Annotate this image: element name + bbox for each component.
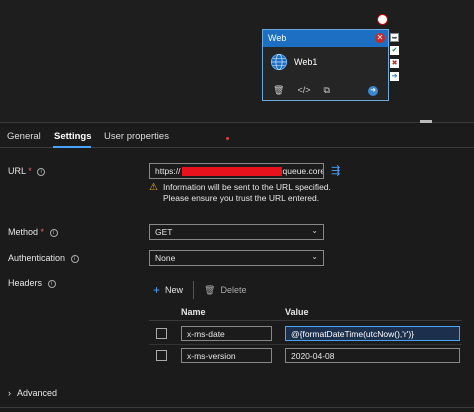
tab-settings[interactable]: Settings (54, 131, 91, 142)
arrow-right-icon[interactable]: ➜ (368, 86, 378, 96)
bottom-divider (0, 407, 474, 408)
failure-port-icon[interactable]: ✖ (390, 59, 399, 68)
skip-port-icon[interactable]: ➥ (390, 33, 399, 42)
headers-label: Headers i (8, 278, 56, 288)
authentication-label: Authentication i (8, 253, 79, 263)
active-tab-indicator (53, 146, 91, 148)
chevron-down-icon: ⌄ (311, 226, 318, 235)
url-input[interactable]: https://queue.core.... (149, 163, 324, 179)
delete-header-button[interactable]: 🗑 Delete (204, 285, 246, 296)
authentication-select[interactable]: None ⌄ (149, 250, 324, 266)
globe-icon (270, 53, 288, 71)
connection-handle[interactable] (377, 14, 388, 25)
completion-port-icon[interactable]: ➔ (390, 72, 399, 81)
table-header-divider (149, 320, 462, 321)
web-activity-card[interactable]: Web ✕ Web1 🗑 </> ⧉ ➜ (262, 29, 389, 101)
plus-icon: + (153, 283, 161, 297)
column-header-value: Value (285, 307, 309, 317)
row-divider (149, 344, 462, 345)
tab-user-properties[interactable]: User properties (104, 131, 169, 142)
header-value-input[interactable]: @{formatDateTime(utcNow(),'r')} (285, 326, 460, 341)
new-header-button[interactable]: + New (153, 283, 183, 297)
delete-icon[interactable]: 🗑 (273, 85, 284, 96)
info-icon[interactable]: i (47, 279, 56, 288)
url-warning: ⚠ Information will be sent to the URL sp… (149, 182, 331, 203)
url-label: URL * i (8, 166, 46, 176)
panel-resize-handle[interactable] (420, 120, 432, 123)
trash-icon: 🗑 (204, 284, 216, 295)
tab-general[interactable]: General (7, 131, 41, 142)
activity-output-ports: ➥ ✔ ✖ ➔ (390, 33, 399, 81)
panel-divider (0, 122, 474, 123)
method-select[interactable]: GET ⌄ (149, 224, 324, 240)
info-icon[interactable]: i (70, 254, 79, 263)
method-label: Method * i (8, 227, 58, 237)
redaction-mark (181, 167, 282, 177)
chevron-right-icon: › (8, 388, 11, 398)
activity-name: Web1 (294, 57, 318, 67)
warning-icon: ⚠ (149, 182, 158, 193)
header-name-input[interactable]: x-ms-version (181, 348, 272, 363)
advanced-expander[interactable]: › Advanced (8, 388, 57, 398)
tab-bar: General Settings User properties (0, 128, 474, 148)
column-header-name: Name (181, 307, 206, 317)
activity-type: Web (268, 33, 287, 43)
pipeline-canvas[interactable]: Web ✕ Web1 🗑 </> ⧉ ➜ ➥ ✔ ✖ ➔ (0, 0, 474, 122)
chevron-down-icon: ⌄ (311, 252, 318, 261)
row-checkbox[interactable] (156, 350, 167, 361)
header-name-input[interactable]: x-ms-date (181, 326, 272, 341)
toolbar-divider (193, 281, 195, 299)
success-port-icon[interactable]: ✔ (390, 46, 399, 55)
info-icon[interactable]: i (49, 228, 58, 237)
headers-toolbar: + New 🗑 Delete (153, 281, 246, 299)
header-value-input[interactable]: 2020-04-08 (285, 348, 460, 363)
copy-icon[interactable]: ⧉ (323, 85, 329, 96)
row-checkbox[interactable] (156, 328, 167, 339)
close-icon[interactable]: ✕ (375, 33, 385, 43)
dynamic-content-icon[interactable]: ⇶ (331, 164, 340, 177)
activity-header: Web ✕ (263, 30, 388, 47)
info-icon[interactable]: i (37, 167, 46, 176)
code-icon[interactable]: </> (297, 85, 310, 96)
unsaved-dot (226, 137, 229, 140)
